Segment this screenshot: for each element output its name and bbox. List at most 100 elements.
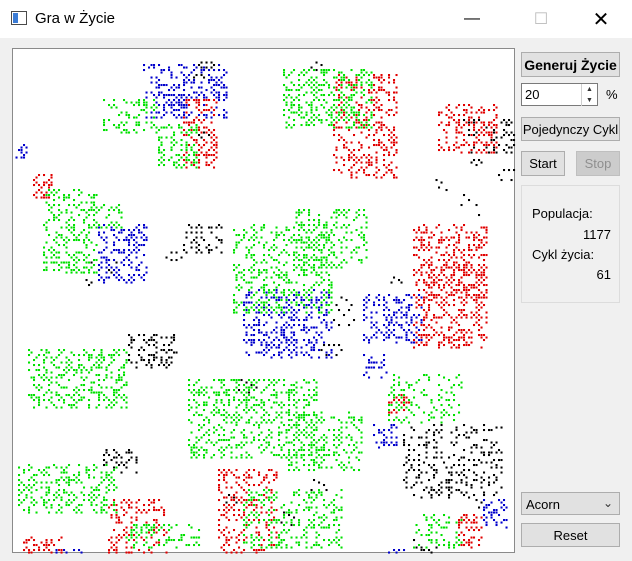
live-cell-green (280, 276, 283, 279)
live-cell-red (50, 551, 53, 554)
live-cell-green (245, 231, 248, 234)
live-cell-red (433, 274, 436, 277)
live-cell-green (170, 136, 173, 139)
live-cell-red (478, 269, 481, 272)
live-cell-blue (330, 349, 333, 352)
live-cell-green (245, 401, 248, 404)
live-cell-green (235, 424, 238, 427)
live-cell-green (333, 539, 336, 542)
live-cell-red (338, 169, 341, 172)
live-cell-red (380, 76, 383, 79)
live-cell-blue (150, 111, 153, 114)
minimize-icon[interactable]: — (449, 0, 495, 38)
live-cell-green (333, 94, 336, 97)
live-cell-black (203, 131, 206, 134)
live-cell-green (128, 131, 131, 134)
live-cell-green (68, 229, 71, 232)
live-cell-green (283, 504, 286, 507)
live-cell-green (318, 274, 321, 277)
live-cell-green (183, 164, 186, 167)
live-cell-red (355, 161, 358, 164)
life-board[interactable] (12, 48, 516, 554)
maximize-icon[interactable]: ☐ (518, 0, 564, 38)
live-cell-green (253, 539, 256, 542)
live-cell-green (115, 226, 118, 229)
live-cell-green (225, 416, 228, 419)
live-cell-red (355, 126, 358, 129)
live-cell-red (475, 521, 478, 524)
live-cell-green (75, 251, 78, 254)
live-cell-red (400, 401, 403, 404)
live-cell-green (318, 419, 321, 422)
live-cell-green (360, 71, 363, 74)
live-cell-red (350, 84, 353, 87)
live-cell-blue (493, 519, 496, 522)
live-cell-red (388, 74, 391, 77)
live-cell-green (50, 251, 53, 254)
live-cell-green (220, 446, 223, 449)
live-cell-green (90, 196, 93, 199)
live-cell-green (300, 414, 303, 417)
live-cell-green (60, 471, 63, 474)
close-icon[interactable]: ✕ (578, 0, 624, 38)
live-cell-green (198, 449, 201, 452)
live-cell-green (315, 391, 318, 394)
live-cell-green (283, 114, 286, 117)
live-cell-blue (408, 329, 411, 332)
live-cell-blue (305, 319, 308, 322)
live-cell-green (55, 261, 58, 264)
live-cell-red (210, 146, 213, 149)
live-cell-blue (20, 149, 23, 152)
live-cell-green (205, 386, 208, 389)
live-cell-blue (483, 506, 486, 509)
live-cell-blue (323, 341, 326, 344)
live-cell-green (58, 244, 61, 247)
live-cell-green (245, 246, 248, 249)
live-cell-blue (178, 114, 181, 117)
live-cell-red (463, 124, 466, 127)
live-cell-green (358, 126, 361, 129)
live-cell-green (273, 309, 276, 312)
live-cell-green (340, 266, 343, 269)
live-cell-red (428, 286, 431, 289)
live-cell-green (320, 449, 323, 452)
live-cell-green (173, 144, 176, 147)
live-cell-black (393, 276, 396, 279)
live-cell-red (438, 334, 441, 337)
live-cell-red (483, 259, 486, 262)
live-cell-blue (245, 294, 248, 297)
live-cell-red (478, 544, 481, 547)
live-cell-red (443, 336, 446, 339)
live-cell-red (443, 259, 446, 262)
live-cell-green (55, 251, 58, 254)
live-cell-green (233, 249, 236, 252)
live-cell-green (315, 91, 318, 94)
live-cell-green (288, 454, 291, 457)
live-cell-blue (215, 81, 218, 84)
live-cell-green (95, 221, 98, 224)
live-cell-green (70, 361, 73, 364)
live-cell-green (358, 214, 361, 217)
live-cell-green (163, 149, 166, 152)
live-cell-red (465, 314, 468, 317)
live-cell-green (145, 111, 148, 114)
live-cell-green (275, 381, 278, 384)
live-cell-green (418, 379, 421, 382)
live-cell-red (150, 551, 153, 554)
live-cell-green (313, 461, 316, 464)
live-cell-green (330, 216, 333, 219)
live-cell-green (68, 204, 71, 207)
live-cell-green (93, 494, 96, 497)
live-cell-red (440, 111, 443, 114)
live-cell-green (255, 381, 258, 384)
live-cell-black (335, 354, 338, 357)
live-cell-green (218, 449, 221, 452)
live-cell-black (425, 441, 428, 444)
live-cell-green (308, 119, 311, 122)
live-cell-green (345, 261, 348, 264)
live-cell-green (55, 381, 58, 384)
live-cell-red (423, 224, 426, 227)
live-cell-green (270, 541, 273, 544)
live-cell-green (275, 301, 278, 304)
live-cell-green (275, 521, 278, 524)
